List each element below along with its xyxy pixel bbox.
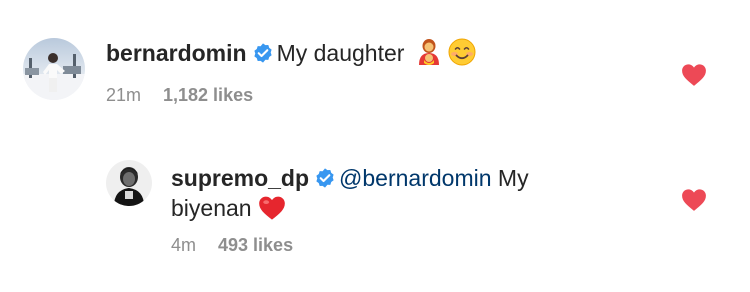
- verified-badge-icon: [252, 42, 274, 70]
- avatar[interactable]: [23, 38, 85, 100]
- like-heart-icon[interactable]: [681, 188, 707, 212]
- comment-likes[interactable]: 1,182 likes: [163, 85, 253, 105]
- comment-timestamp[interactable]: 21m: [106, 85, 141, 105]
- comment-thread: bernardomin My daughter 21m 1,182 likes su…: [0, 0, 750, 292]
- verified-badge-icon: [314, 167, 336, 195]
- comment-text-continued: biyenan: [171, 195, 252, 221]
- avatar[interactable]: [106, 160, 152, 206]
- reply-meta: 4m 493 likes: [171, 234, 293, 256]
- like-heart-icon[interactable]: [681, 63, 707, 87]
- reply-body-line-2: biyenan: [171, 194, 286, 227]
- red-heart-icon: [258, 195, 286, 227]
- comment-meta: 21m 1,182 likes: [106, 84, 253, 106]
- reply-body-line-1: supremo_dp @bernardomin My: [171, 164, 529, 195]
- mention-link[interactable]: @bernardomin: [339, 165, 491, 191]
- comment-text: My: [497, 165, 529, 191]
- comment-username[interactable]: supremo_dp: [171, 165, 309, 191]
- woman-with-baby-icon: [416, 38, 442, 72]
- comment-text: My daughter: [276, 40, 405, 66]
- comment-username[interactable]: bernardomin: [106, 40, 247, 66]
- comment-likes[interactable]: 493 likes: [218, 235, 293, 255]
- comment-timestamp[interactable]: 4m: [171, 235, 196, 255]
- smiling-face-icon: [448, 38, 476, 72]
- comment-body: bernardomin My daughter: [106, 38, 476, 72]
